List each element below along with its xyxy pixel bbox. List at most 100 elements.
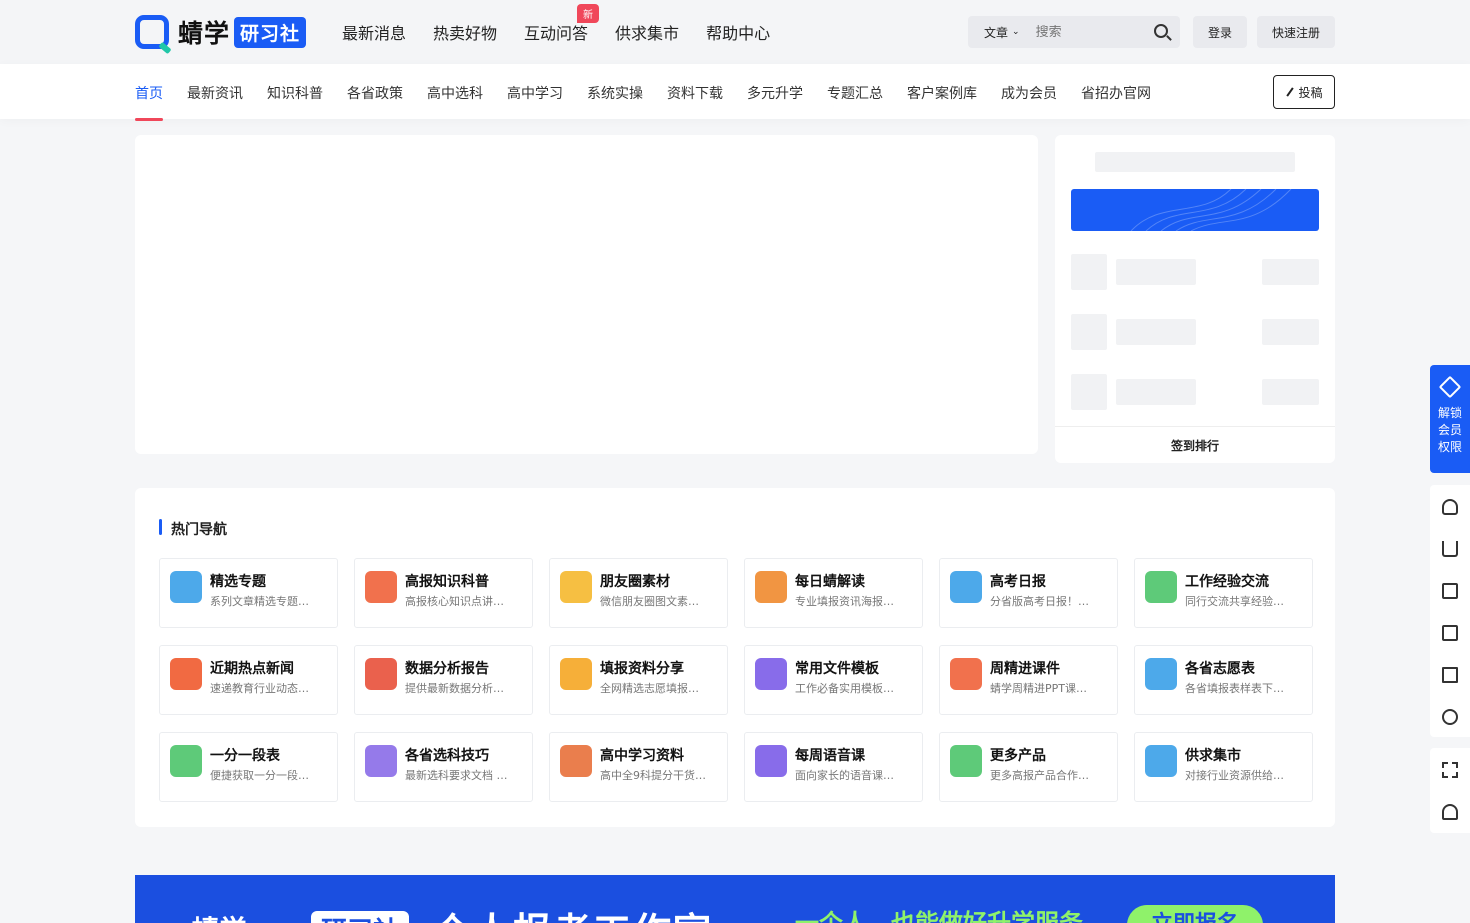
hot-nav-tile[interactable]: 填报资料分享全网精选志愿填报… [549,645,728,715]
tile-title: 高考日报 [990,574,1046,590]
subnav-latest-news[interactable]: 最新资讯 [187,83,243,103]
check-icon [950,745,982,777]
hot-nav-tile[interactable]: 供求集市 对接行业资源供给… [1134,732,1313,802]
tile-title: 每周语音课 [795,748,865,764]
logo-mark-icon [135,15,169,49]
box-icon [560,658,592,690]
section-title: 热门导航 [159,519,227,539]
hot-nav-tile[interactable]: 精选专题 系列文章精选专题… [159,558,338,628]
tile-description: 专业填报资讯海报… [795,595,894,608]
hot-nav-tile[interactable]: 各省选科技巧最新选科要求文档 … [354,732,533,802]
screen-icon [950,571,982,603]
books-icon [560,745,592,777]
tile-description: 微信朋友圈图文素… [600,595,699,608]
qrcode-icon[interactable] [1442,762,1458,778]
promo-banner[interactable]: 蜻学 研习社 个人报考工作室 一个人，也能做好升学服务 立即报名 [135,875,1335,923]
hot-nav-tile[interactable]: 数据分析报告 提供最新数据分析… [354,645,533,715]
inbox-icon [755,571,787,603]
subnav-membership[interactable]: 成为会员 [1001,83,1057,103]
unlock-vip-button[interactable]: 解锁会员权限 [1430,365,1470,473]
skeleton-line [1262,259,1319,285]
subnav-subject-selection[interactable]: 高中选科 [427,83,483,103]
tile-description: 系列文章精选专题… [210,595,309,608]
subnav-policies[interactable]: 各省政策 [347,83,403,103]
topic-icon [170,571,202,603]
hot-nav-tile[interactable]: 工作经验交流 同行交流共享经验… [1134,558,1313,628]
promo-signup-button[interactable]: 立即报名 [1127,905,1263,923]
vip-strip[interactable] [1071,189,1319,231]
hot-nav-tile[interactable]: 高考日报 分省版高考日报！… [939,558,1118,628]
checkin-ranking-tab[interactable]: 签到排行 [1055,426,1335,463]
hot-nav-tile[interactable]: 高中学习资料 高中全9科提分干货… [549,732,728,802]
tile-title: 每日蜻解读 [795,574,865,590]
mail-icon[interactable] [1442,667,1458,683]
main-nav: 最新消息 热卖好物 互动问答 供求集市 帮助中心 [342,20,770,44]
search-input[interactable] [1035,24,1136,40]
nav-item-news[interactable]: 最新消息 [342,20,406,44]
float-search-icon[interactable] [1442,709,1458,725]
register-button[interactable]: 快速注册 [1257,16,1335,48]
subnav-high-school-study[interactable]: 高中学习 [507,83,563,103]
nav-item-qa[interactable]: 互动问答 [524,20,588,44]
tile-description: 最新选科要求文档 … [405,769,508,782]
hot-nav-tile[interactable]: 常用文件模板 工作必备实用模板… [744,645,923,715]
nav-item-hot-goods[interactable]: 热卖好物 [433,20,497,44]
skeleton-line [1116,379,1196,405]
nav-item-market[interactable]: 供求集市 [615,20,679,44]
hot-nav-tile[interactable]: 每日蜻解读专业填报资讯海报… [744,558,923,628]
tile-description: 更多高报产品合作… [990,769,1089,782]
tile-title: 近期热点新闻 [210,661,294,677]
search-type-select[interactable]: 文章 ⌄ [984,24,1020,41]
hot-nav-tile[interactable]: 高报知识科普 高报核心知识点讲… [354,558,533,628]
unlock-vip-label: 解锁会员权限 [1438,406,1463,454]
subnav-case-library[interactable]: 客户案例库 [907,83,977,103]
search-icon[interactable] [1154,24,1168,38]
promo-subline: 一个人，也能做好升学服务 [795,909,1083,923]
subnav-topics[interactable]: 专题汇总 [827,83,883,103]
hot-nav-tile[interactable]: 一分一段表 便捷获取一分一段… [159,732,338,802]
hot-nav-tile[interactable]: 周精进课件 蜻学周精进PPT课… [939,645,1118,715]
mic-icon [755,745,787,777]
skeleton-avatar [1071,314,1107,350]
user-icon[interactable] [1442,499,1458,515]
pen-icon [1286,87,1295,97]
submit-article-button[interactable]: 投稿 [1273,75,1335,109]
bell-icon[interactable] [1442,804,1458,820]
subnav-official-sites[interactable]: 省招办官网 [1081,83,1151,103]
subnav-downloads[interactable]: 资料下载 [667,83,723,103]
nav-item-help[interactable]: 帮助中心 [706,20,770,44]
ticket-icon[interactable] [1442,583,1458,599]
skeleton-line [1262,379,1319,405]
subnav-knowledge[interactable]: 知识科普 [267,83,323,103]
site-logo[interactable]: 蜻学 研习社 [135,14,307,50]
tile-description: 同行交流共享经验… [1185,595,1284,608]
float-toolbar [1430,485,1470,737]
wave-pattern-icon [1130,189,1292,231]
subnav-home[interactable]: 首页 [135,83,163,121]
top-header: 蜻学 研习社 最新消息 热卖好物 互动问答 供求集市 帮助中心 新 文章⌄ 登录… [0,0,1470,64]
cart-icon[interactable] [1442,541,1458,557]
tile-title: 填报资料分享 [600,661,684,677]
tile-description: 面向家长的语音课… [795,769,894,782]
gift-icon[interactable] [1442,625,1458,641]
user-side-card: 签到排行 [1055,135,1335,463]
tile-title: 各省选科技巧 [405,748,489,764]
hot-nav-tile[interactable]: 各省志愿表 各省填报表样表下… [1134,645,1313,715]
subnav-system-practice[interactable]: 系统实操 [587,83,643,103]
new-badge: 新 [577,4,599,23]
hot-nav-tile[interactable]: 近期热点新闻 速递教育行业动态… [159,645,338,715]
tile-title: 常用文件模板 [795,661,879,677]
promo-badge: 研习社 [311,911,410,923]
form-icon [1145,658,1177,690]
tile-description: 全网精选志愿填报… [600,682,699,695]
hot-nav-tile[interactable]: 更多产品 更多高报产品合作… [939,732,1118,802]
sub-nav: 首页 最新资讯 知识科普 各省政策 高中选科 高中学习 系统实操 资料下载 多元… [135,83,1151,121]
hot-nav-tile[interactable]: 每周语音课面向家长的语音课… [744,732,923,802]
search-box: 文章 ⌄ [968,16,1180,48]
submit-label: 投稿 [1298,85,1323,100]
login-button[interactable]: 登录 [1193,16,1247,48]
ppt-icon [950,658,982,690]
hot-nav-tile[interactable]: 朋友圈素材 微信朋友圈图文素… [549,558,728,628]
chat-icon [1145,571,1177,603]
subnav-admission-paths[interactable]: 多元升学 [747,83,803,103]
